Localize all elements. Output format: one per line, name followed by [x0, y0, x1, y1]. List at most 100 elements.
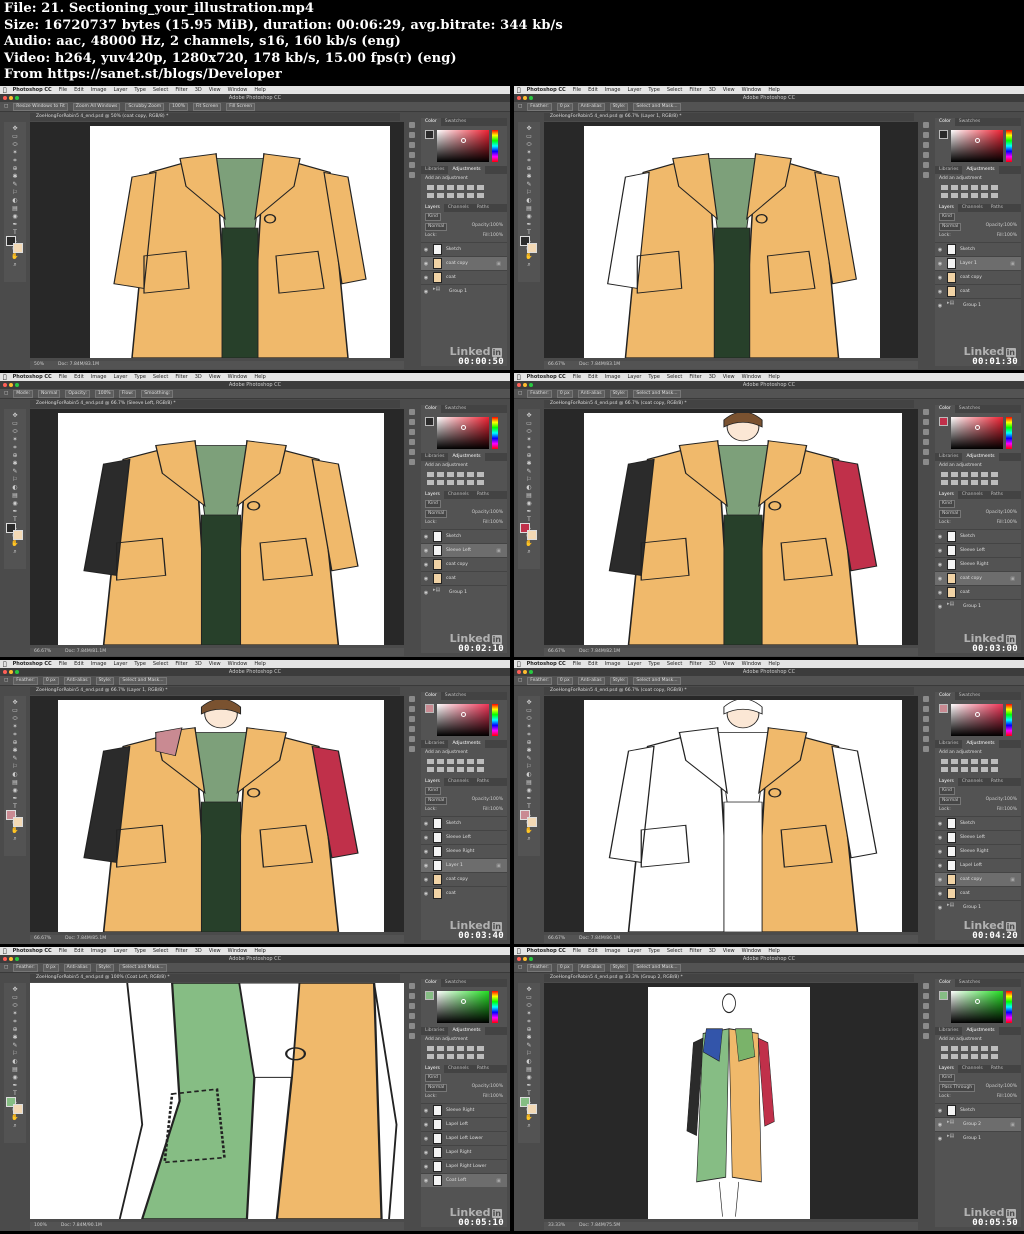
hand-tool-icon[interactable]: ✋ — [520, 541, 538, 547]
tab-libraries[interactable]: Libraries — [421, 166, 448, 174]
document-tab[interactable]: ZoeHongForRobin5 4_end.psd @ 66.7% (coat… — [544, 687, 914, 695]
tab-libraries[interactable]: Libraries — [935, 453, 962, 461]
clone-stamp-icon[interactable]: ⚐ — [520, 764, 538, 770]
menu-item[interactable]: Filter — [689, 374, 701, 380]
opacity-value[interactable]: 100% — [490, 1084, 503, 1089]
menu-item[interactable]: Edit — [588, 948, 598, 954]
adjustment-icon[interactable] — [437, 472, 444, 477]
tab-channels[interactable]: Channels — [958, 1065, 987, 1073]
layer-name[interactable]: Sketch — [960, 821, 975, 826]
adjustment-icon[interactable] — [971, 1046, 978, 1051]
tool-option[interactable]: Normal — [38, 389, 61, 398]
clone-stamp-icon[interactable]: ⚐ — [6, 477, 24, 483]
menu-item[interactable]: Select — [667, 661, 682, 667]
tool-preset-icon[interactable]: □ — [518, 391, 522, 396]
clone-stamp-icon[interactable]: ⚐ — [520, 190, 538, 196]
layer-kind-filter[interactable]: Kind — [939, 1074, 955, 1082]
maximize-icon[interactable] — [529, 96, 533, 100]
tab-adjustments[interactable]: Adjustments — [962, 740, 999, 748]
menu-item[interactable]: 3D — [709, 661, 716, 667]
document-tab[interactable]: ZoeHongForRobin5 4_end.psd @ 33.3% (Grou… — [544, 974, 914, 982]
layer-name[interactable]: coat copy — [446, 877, 468, 882]
menu-item[interactable]: File — [573, 87, 581, 93]
zoom-tool-icon[interactable]: ⌕ — [6, 1123, 24, 1129]
menu-item[interactable]: View — [723, 87, 735, 93]
tab-paths[interactable]: Paths — [987, 491, 1007, 499]
pen-tool-icon[interactable]: ✒ — [520, 509, 538, 515]
adjustment-icon[interactable] — [951, 472, 958, 477]
current-color-chip[interactable] — [425, 417, 434, 426]
healing-brush-icon[interactable]: ✱ — [520, 461, 538, 467]
history-icon[interactable] — [409, 983, 415, 989]
lasso-tool-icon[interactable]: ⬭ — [6, 142, 24, 148]
adjustment-icon[interactable] — [961, 480, 968, 485]
history-icon[interactable] — [409, 122, 415, 128]
app-menu[interactable]: Photoshop CC — [527, 661, 566, 667]
fill-control[interactable]: Fill:100% — [483, 233, 503, 238]
tab-adjustments[interactable]: Adjustments — [448, 1027, 485, 1035]
dodge-tool-icon[interactable]: ◉ — [520, 214, 538, 220]
tab-channels[interactable]: Channels — [444, 204, 473, 212]
properties-icon[interactable] — [923, 132, 929, 138]
info-icon[interactable] — [409, 746, 415, 752]
adjustment-icon[interactable] — [457, 480, 464, 485]
saturation-field[interactable] — [951, 417, 1003, 449]
brushes-icon[interactable] — [923, 429, 929, 435]
tab-color[interactable]: Color — [421, 118, 441, 126]
layer-row[interactable]: ◉ Sketch — [935, 242, 1021, 256]
visibility-eye-icon[interactable]: ◉ — [937, 303, 943, 309]
lasso-tool-icon[interactable]: ⬭ — [520, 142, 538, 148]
close-icon[interactable] — [517, 383, 521, 387]
paragraph-icon[interactable] — [923, 736, 929, 742]
minimize-icon[interactable] — [523, 957, 527, 961]
tool-preset-icon[interactable]: □ — [518, 965, 522, 970]
visibility-eye-icon[interactable]: ◉ — [937, 576, 943, 582]
eraser-tool-icon[interactable]: ◐ — [6, 485, 24, 491]
adjustment-icon[interactable] — [971, 759, 978, 764]
crop-tool-icon[interactable]: ⌗ — [6, 445, 24, 451]
menu-item[interactable]: Layer — [113, 374, 127, 380]
eyedropper-icon[interactable]: ⊕ — [6, 453, 24, 459]
color-picker-cursor[interactable] — [461, 999, 466, 1004]
menu-item[interactable]: Help — [768, 661, 779, 667]
adjustment-icon[interactable] — [981, 193, 988, 198]
tool-preset-icon[interactable]: □ — [4, 391, 8, 396]
crop-tool-icon[interactable]: ⌗ — [6, 732, 24, 738]
hue-slider[interactable] — [492, 417, 498, 449]
fill-control[interactable]: Fill:100% — [483, 1094, 503, 1099]
layer-name[interactable]: coat — [960, 590, 970, 595]
eyedropper-icon[interactable]: ⊕ — [6, 1027, 24, 1033]
menu-item[interactable]: File — [573, 374, 581, 380]
tool-option[interactable]: Feather: — [527, 389, 552, 398]
adjustment-icon[interactable] — [981, 767, 988, 772]
adjustment-icon[interactable] — [477, 185, 484, 190]
menu-item[interactable]: File — [59, 661, 67, 667]
history-icon[interactable] — [409, 409, 415, 415]
color-picker-cursor[interactable] — [461, 425, 466, 430]
layer-row[interactable]: ◉ Lapel Left — [935, 858, 1021, 872]
visibility-eye-icon[interactable]: ◉ — [423, 1164, 429, 1170]
layer-name[interactable]: Group 2 — [963, 1122, 981, 1127]
move-tool-icon[interactable]: ✥ — [6, 700, 24, 706]
tool-preset-icon[interactable]: □ — [4, 104, 8, 109]
layer-name[interactable]: Group 1 — [963, 1136, 981, 1141]
clone-stamp-icon[interactable]: ⚐ — [520, 1051, 538, 1057]
eraser-tool-icon[interactable]: ◐ — [6, 772, 24, 778]
adjustment-icon[interactable] — [447, 480, 454, 485]
fill-value[interactable]: 100% — [1004, 520, 1017, 525]
layer-row[interactable]: ◉ Sleeve Right — [421, 1103, 507, 1117]
menu-item[interactable]: Type — [648, 87, 659, 93]
maximize-icon[interactable] — [15, 670, 19, 674]
tab-swatches[interactable]: Swatches — [441, 979, 471, 987]
opacity-control[interactable]: Opacity:100% — [472, 797, 503, 805]
layer-name[interactable]: Sketch — [960, 247, 975, 252]
menu-item[interactable]: Filter — [175, 661, 187, 667]
background-color[interactable] — [527, 243, 537, 253]
adjustment-icon[interactable] — [457, 193, 464, 198]
layer-row[interactable]: ◉ coat copy — [421, 557, 507, 571]
adjustment-icon[interactable] — [477, 193, 484, 198]
layer-name[interactable]: Lapel Left Lower — [446, 1136, 483, 1141]
info-icon[interactable] — [409, 459, 415, 465]
tab-libraries[interactable]: Libraries — [421, 453, 448, 461]
zoom-level[interactable]: 33.33% — [548, 1223, 565, 1228]
